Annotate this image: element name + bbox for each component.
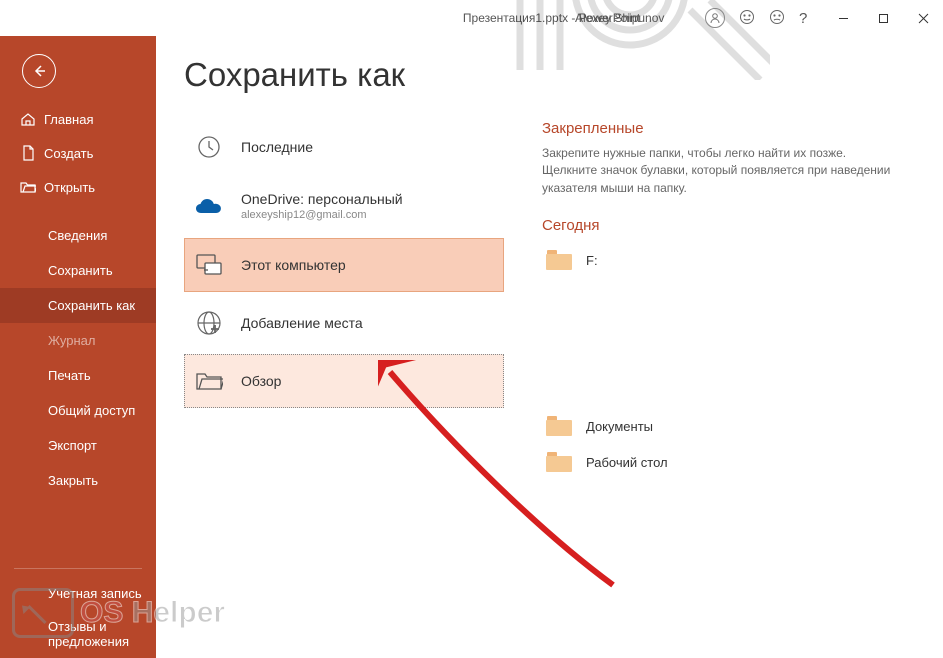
recent-icon <box>195 133 223 161</box>
maximize-button[interactable] <box>863 0 903 36</box>
location-sublabel: alexeyship12@gmail.com <box>241 209 403 221</box>
new-icon <box>20 145 36 161</box>
smiley-icon[interactable] <box>739 9 755 28</box>
title-icon-row: ? <box>705 8 807 28</box>
close-button[interactable] <box>903 0 943 36</box>
location-label: Добавление места <box>241 315 363 331</box>
sidebar-item-label: Создать <box>44 146 93 161</box>
pinned-desc: Закрепите нужные папки, чтобы легко найт… <box>542 145 902 197</box>
home-icon <box>20 111 36 127</box>
sidebar-item-print[interactable]: Печать <box>0 358 156 393</box>
browse-icon <box>195 367 223 395</box>
location-onedrive[interactable]: OneDrive: персональный alexeyship12@gmail… <box>184 178 504 234</box>
location-label: Обзор <box>241 373 281 389</box>
addplace-icon <box>195 309 223 337</box>
location-thispc[interactable]: Этот компьютер <box>184 238 504 292</box>
user-name[interactable]: Alexey Shipunov <box>575 11 664 25</box>
sidebar-item-label: Открыть <box>44 180 95 195</box>
minimize-button[interactable] <box>823 0 863 36</box>
sidebar-item-feedback[interactable]: Отзывы и предложения <box>0 610 156 658</box>
folder-label: F: <box>586 253 598 268</box>
sidebar-bottom: Учетная запись Отзывы и предложения <box>0 560 156 658</box>
folder-icon <box>546 452 572 472</box>
main-container: Главная Создать Открыть Сведения Сохрани… <box>0 36 943 658</box>
location-recent[interactable]: Последние <box>184 120 504 174</box>
help-icon[interactable]: ? <box>799 10 807 27</box>
folder-row[interactable]: F: <box>542 242 919 278</box>
sidebar-item-home[interactable]: Главная <box>0 102 156 136</box>
sidebar-item-save[interactable]: Сохранить <box>0 253 156 288</box>
folders-column: Закрепленные Закрепите нужные папки, что… <box>534 56 919 658</box>
back-button[interactable] <box>22 54 56 88</box>
sidebar-group-mid: Сведения Сохранить Сохранить как Журнал … <box>0 218 156 498</box>
titlebar: Презентация1.pptx - PowerPoint Alexey Sh… <box>0 0 943 36</box>
avatar-icon[interactable] <box>705 8 725 28</box>
sidebar-separator <box>14 568 142 569</box>
sidebar-item-label: Главная <box>44 112 93 127</box>
today-title: Сегодня <box>542 217 919 234</box>
sidebar-item-export[interactable]: Экспорт <box>0 428 156 463</box>
location-label: OneDrive: персональный <box>241 191 403 207</box>
sidebar-item-info[interactable]: Сведения <box>0 218 156 253</box>
sidebar-item-new[interactable]: Создать <box>0 136 156 170</box>
onedrive-icon <box>195 192 223 220</box>
folder-label: Рабочий стол <box>586 455 668 470</box>
folder-row[interactable]: Документы <box>542 408 919 444</box>
backstage-sidebar: Главная Создать Открыть Сведения Сохрани… <box>0 36 156 658</box>
folder-row[interactable]: Рабочий стол <box>542 444 919 480</box>
open-icon <box>20 179 36 195</box>
sidebar-item-saveas[interactable]: Сохранить как <box>0 288 156 323</box>
location-label: Этот компьютер <box>241 257 346 273</box>
window-title: Презентация1.pptx - PowerPoint <box>168 11 935 25</box>
sidebar-item-account[interactable]: Учетная запись <box>0 577 156 610</box>
main-panel: Сохранить как Последние OneDrive: персон… <box>156 36 943 658</box>
thispc-icon <box>195 251 223 279</box>
folder-label: Документы <box>586 419 653 434</box>
sidebar-item-share[interactable]: Общий доступ <box>0 393 156 428</box>
folder-icon <box>546 250 572 270</box>
location-browse[interactable]: Обзор <box>184 354 504 408</box>
window-controls <box>823 0 943 36</box>
sidebar-item-history[interactable]: Журнал <box>0 323 156 358</box>
page-title: Сохранить как <box>184 56 504 94</box>
folder-icon <box>546 416 572 436</box>
location-addplace[interactable]: Добавление места <box>184 296 504 350</box>
location-label: Последние <box>241 139 313 155</box>
sidebar-item-open[interactable]: Открыть <box>0 170 156 204</box>
sad-icon[interactable] <box>769 9 785 28</box>
sidebar-item-close[interactable]: Закрыть <box>0 463 156 498</box>
pinned-title: Закрепленные <box>542 120 919 137</box>
locations-column: Сохранить как Последние OneDrive: персон… <box>184 56 504 658</box>
